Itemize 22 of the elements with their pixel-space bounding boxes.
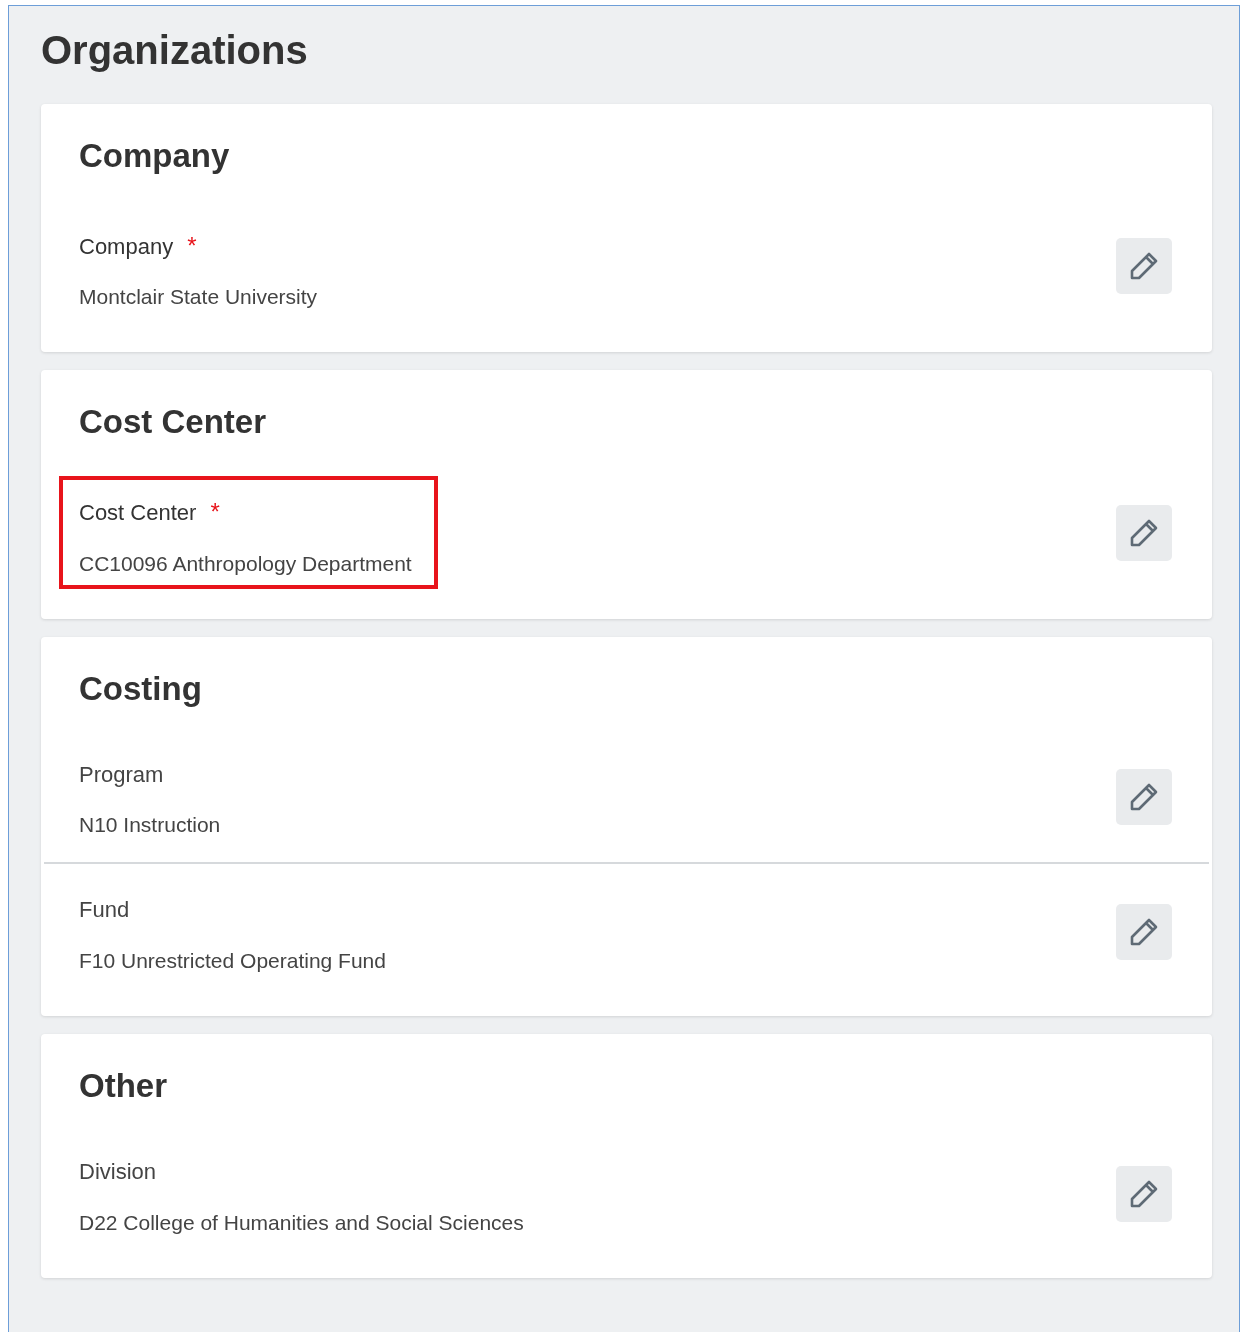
section-heading: Company xyxy=(79,136,231,176)
edit-button[interactable] xyxy=(1116,238,1172,295)
field-label: Cost Center xyxy=(79,499,197,528)
edit-button[interactable] xyxy=(1116,1165,1172,1222)
field-label: Fund xyxy=(79,896,130,925)
required-mark: * xyxy=(210,498,220,526)
edit-button[interactable] xyxy=(1116,904,1172,961)
field-label: Company xyxy=(79,232,174,261)
edit-button[interactable] xyxy=(1116,768,1172,825)
field-label: Division xyxy=(79,1157,157,1186)
section-heading: Other xyxy=(79,1066,168,1106)
section-heading: Cost Center xyxy=(79,402,268,443)
required-mark: * xyxy=(187,231,197,259)
edit-button[interactable] xyxy=(1116,504,1172,561)
field-value: D22 College of Humanities and Social Sciences xyxy=(79,1209,524,1236)
page-title: Organizations xyxy=(41,28,309,72)
field-value: Montclair State University xyxy=(79,284,318,311)
section-heading: Costing xyxy=(79,668,203,709)
field-value: N10 Instruction xyxy=(79,812,221,839)
field-label: Program xyxy=(79,760,164,789)
field-value: F10 Unrestricted Operating Fund xyxy=(79,948,386,975)
field-value: CC10096 Anthropology Department xyxy=(79,550,412,577)
